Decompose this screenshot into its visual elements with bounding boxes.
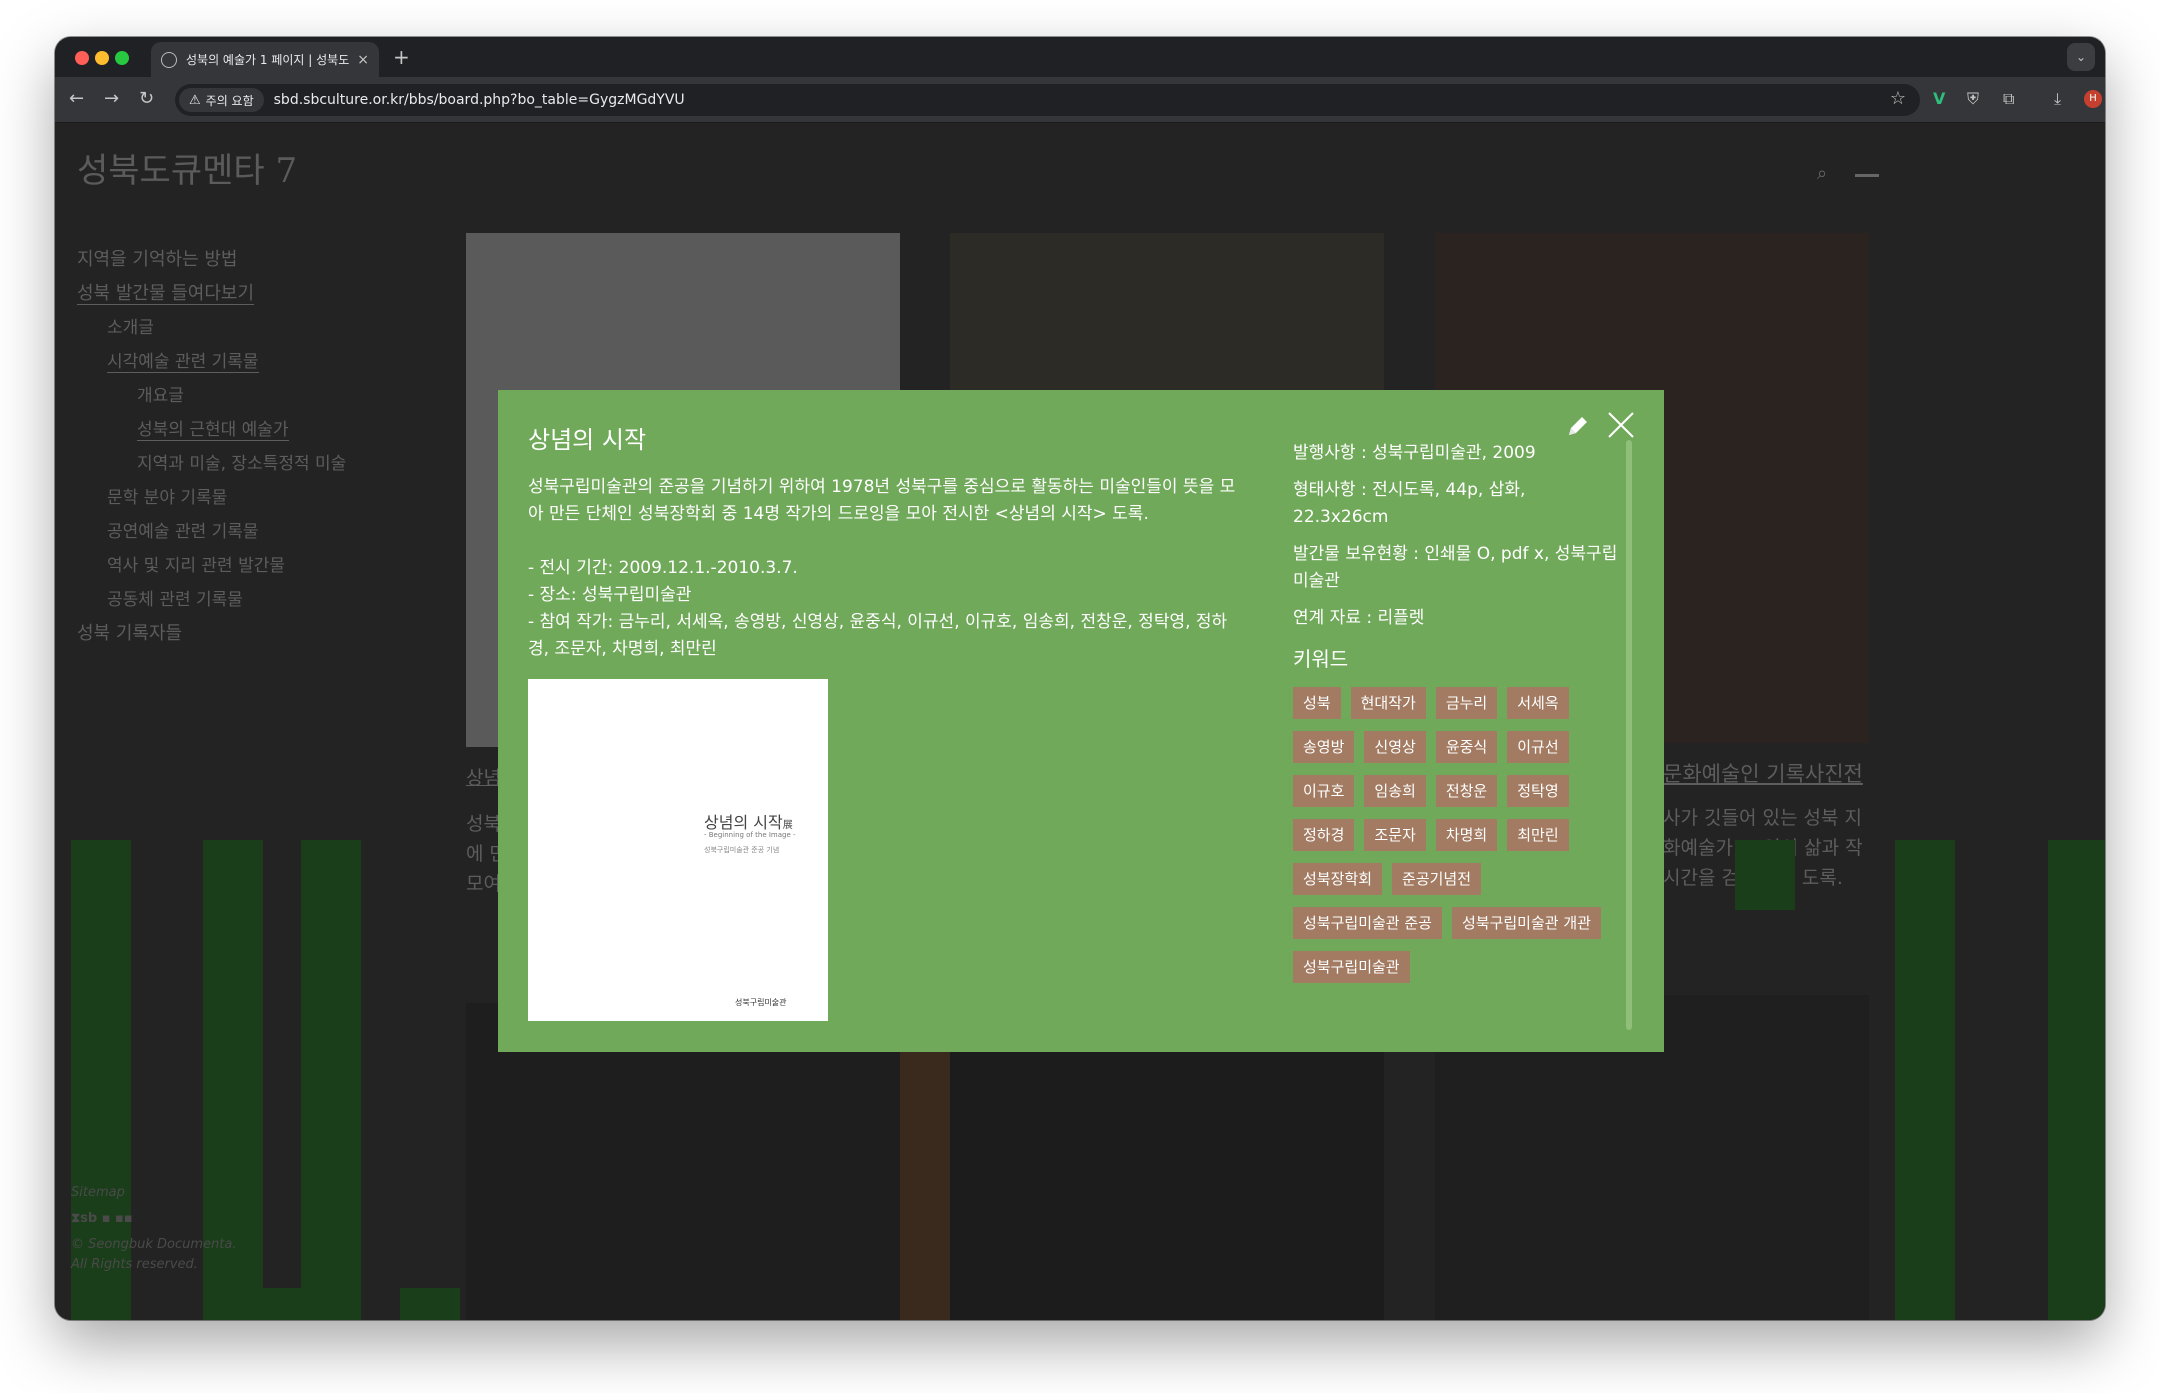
keywords-heading: 키워드 [1293,647,1349,671]
toolbar: ← → ↻ ⚠ 주의 요함 sbd.sbculture.or.kr/bbs/bo… [55,77,2105,123]
security-warning-chip[interactable]: ⚠ 주의 요함 [179,88,264,112]
keyword-tag[interactable]: 전창운 [1435,775,1498,807]
modal-scrollbar[interactable] [1626,440,1632,1030]
back-icon[interactable]: ← [69,88,84,109]
keyword-tag[interactable]: 이규호 [1293,775,1355,807]
cover-title: 상념의 시작展 [704,813,793,832]
tab-search-button[interactable]: ⌄ [2067,43,2095,71]
forward-icon[interactable]: → [104,88,119,109]
tab-close-icon[interactable]: × [357,52,369,68]
keyword-tag[interactable]: 정하경 [1293,819,1355,851]
detail-line: - 참여 작가: 금누리, 서세옥, 송영방, 신영상, 윤중식, 이규선, 이… [528,612,1228,659]
meta-related[interactable]: 연계 자료 : 리플렛 [1293,605,1623,632]
globe-icon [161,51,177,68]
keyword-tag[interactable]: 임송희 [1364,775,1426,807]
keyword-tag[interactable]: 송영방 [1293,731,1355,763]
keyword-tag[interactable]: 윤중식 [1435,731,1498,763]
keyword-tag[interactable]: 성북구립미술관 [1293,951,1410,983]
keyword-tag[interactable]: 성북구립미술관 개관 [1451,907,1601,939]
meta-holdings: 발간물 보유현황 : 인쇄물 O, pdf x, 성북구립미술관 [1293,544,1618,591]
keyword-tag[interactable]: 성북장학회 [1293,863,1383,895]
new-tab-button[interactable]: + [393,45,410,69]
keyword-tag[interactable]: 현대작가 [1350,687,1426,719]
record-detail-modal: 상념의 시작 성북구립미술관의 준공을 기념하기 위하여 1978년 성북구를 … [498,390,1664,1052]
vue-extension-icon[interactable]: V [1933,89,1945,108]
profile-avatar[interactable]: H [2084,90,2102,108]
keyword-tag[interactable]: 성북 [1293,687,1341,719]
close-icon[interactable] [1606,410,1636,440]
shield-extension-icon[interactable]: ⛨ [1967,89,1979,109]
warning-label: 주의 요함 [205,93,254,108]
close-window-button[interactable] [75,51,89,65]
cover-publisher: 성북구립미술관 [735,998,787,1007]
keyword-tag[interactable]: 서세옥 [1507,687,1569,719]
modal-description: 성북구립미술관의 준공을 기념하기 위하여 1978년 성북구를 중심으로 활동… [528,474,1248,663]
bookmark-star-icon[interactable]: ☆ [1890,88,1906,109]
keyword-tag[interactable]: 조문자 [1364,819,1426,851]
keyword-tag[interactable]: 정탁영 [1507,775,1569,807]
keyword-tag[interactable]: 차명희 [1435,819,1498,851]
tab-active[interactable]: 성북의 예술가 1 페이지 | 성북도큐멘 × [151,42,379,77]
keyword-tag[interactable]: 금누리 [1435,687,1498,719]
keyword-tag[interactable]: 성북구립미술관 준공 [1293,907,1442,939]
warning-icon: ⚠ [189,92,201,108]
description-text: 성북구립미술관의 준공을 기념하기 위하여 1978년 성북구를 중심으로 활동… [528,477,1236,524]
keyword-tags: 성북 현대작가 금누리 서세옥송영방 신영상 윤중식 이규선이규호 임송희 전창운 정탁영정하경 조… [1293,687,1613,983]
download-icon[interactable]: ⤓ [2054,89,2061,109]
detail-line: - 전시 기간: 2009.12.1.-2010.3.7. [528,558,798,578]
page-viewport: 성북도큐멘타 7 ⌕ 지역을 기억하는 방법 성북 발간물 들여다보기 소개글 시각예… [55,123,2105,1320]
meta-publication: 발행사항 : 성북구립미술관, 2009 [1293,443,1536,463]
cover-subtitle: - Beginning of the Image - [704,831,796,839]
address-bar[interactable]: ⚠ 주의 요함 sbd.sbculture.or.kr/bbs/board.ph… [175,84,1920,116]
reload-icon[interactable]: ↻ [139,88,154,109]
keyword-tag[interactable]: 신영상 [1364,731,1426,763]
tab-bar: 성북의 예술가 1 페이지 | 성북도큐멘 × + ⌄ [55,37,2105,77]
zoom-window-button[interactable] [115,51,129,65]
keyword-tag[interactable]: 준공기념전 [1392,863,1482,895]
detail-line: - 장소: 성북구립미술관 [528,585,692,605]
record-metadata: 발행사항 : 성북구립미술관, 2009 형태사항 : 전시도록, 44p, 삽… [1293,440,1623,983]
keyword-tag[interactable]: 최만린 [1507,819,1569,851]
minimize-window-button[interactable] [95,51,109,65]
modal-title: 상념의 시작 [528,426,647,454]
book-cover-image: 상념의 시작展 - Beginning of the Image - 성북구립미… [528,679,828,1021]
tab-title: 성북의 예술가 1 페이지 | 성북도큐멘 [186,53,350,67]
cover-subtitle: 성북구립미술관 준공 기념 [704,846,780,854]
url-text[interactable]: sbd.sbculture.or.kr/bbs/board.php?bo_tab… [274,92,685,108]
puzzle-extensions-icon[interactable]: ⧉ [2003,89,2014,109]
keyword-tag[interactable]: 이규선 [1507,731,1569,763]
pencil-edit-icon[interactable] [1563,411,1593,441]
browser-window: 성북의 예술가 1 페이지 | 성북도큐멘 × + ⌄ ← → ↻ ⚠ 주의 요… [55,37,2105,1320]
meta-format: 형태사항 : 전시도록, 44p, 삽화, 22.3x26cm [1293,480,1526,527]
